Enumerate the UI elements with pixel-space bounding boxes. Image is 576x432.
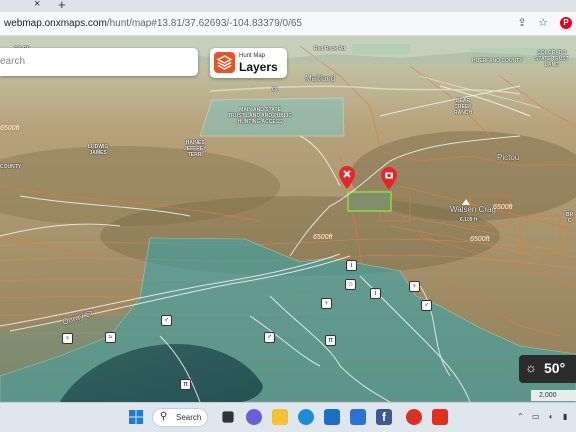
sun-icon: ☼	[525, 360, 537, 375]
task-view-icon[interactable]	[222, 411, 234, 423]
boat-ramp-icon[interactable]: ≈	[105, 332, 116, 343]
label-colorado-trust: COLORADO STATE TRUST LAND	[535, 50, 569, 68]
file-explorer-icon[interactable]	[272, 409, 288, 425]
label-county: COUNTY	[0, 164, 22, 170]
browser-tab-strip: × +	[0, 0, 576, 12]
picnic-area-icon[interactable]: π	[325, 335, 336, 346]
label-walsen-elevation: 6,109 ft	[460, 217, 478, 223]
hunt-map-layers-button[interactable]: Hunt Map Layers	[210, 48, 287, 78]
mail-icon[interactable]	[324, 409, 340, 425]
facebook-icon[interactable]: f	[376, 409, 392, 425]
restroom-icon[interactable]: ♂	[161, 315, 172, 326]
waypoint-marker-x[interactable]	[338, 165, 356, 189]
weather-temperature: 50°	[544, 360, 566, 376]
picnic-area-icon[interactable]: π	[180, 379, 191, 390]
taskbar-search-button[interactable]: ⚲ Search	[152, 408, 208, 427]
camera-marker-icon	[381, 167, 397, 190]
url-text[interactable]: webmap.onxmaps.com/hunt/map#13.81/37.626…	[4, 18, 302, 29]
waypoint-marker-camera[interactable]	[380, 166, 398, 190]
restroom-icon[interactable]: ♀	[62, 333, 73, 344]
weather-widget[interactable]: ☼ 50°	[519, 355, 576, 383]
screen: × + webmap.onxmaps.com/hunt/map#13.81/37…	[0, 0, 576, 432]
map-search-input[interactable]: earch	[0, 48, 198, 76]
pinterest-icon[interactable]: P	[560, 17, 572, 29]
selected-parcel[interactable]	[347, 191, 392, 212]
info-icon[interactable]: i	[346, 260, 357, 271]
label-state-trust: MAIN AND STATE TRUST LAND AND PUBLIC HUN…	[228, 107, 292, 125]
campground-icon[interactable]: ⌂	[345, 279, 356, 290]
restroom-icon[interactable]: ♀	[409, 281, 420, 292]
share-icon[interactable]: ⇪	[516, 17, 528, 29]
search-icon: ⚲	[160, 411, 168, 422]
label-bear-creek: BEAR CREEK RANCH	[454, 98, 473, 116]
info-icon[interactable]: i	[370, 288, 381, 299]
address-bar[interactable]: webmap.onxmaps.com/hunt/map#13.81/37.626…	[0, 12, 576, 36]
close-tab-button[interactable]: ×	[34, 0, 40, 10]
walsen-peak-icon	[462, 199, 470, 205]
chrome-browser-icon[interactable]	[406, 409, 422, 425]
restroom-icon[interactable]: ♀	[321, 298, 332, 309]
windows-taskbar: ⚲ Search f ⌃ ▭ ◖ ▮	[0, 402, 576, 432]
bookmark-star-icon[interactable]: ☆	[537, 17, 549, 29]
restroom-icon[interactable]: ♂	[264, 332, 275, 343]
label-elevation-a: 6500ft	[313, 234, 333, 241]
taskbar-search-label: Search	[176, 413, 202, 422]
label-elevation-d: 6500ft	[0, 125, 20, 132]
label-ludwig: LUDWIG JAMES	[88, 144, 109, 156]
new-tab-button[interactable]: +	[58, 0, 66, 12]
label-haines: HAINES JEFFREY TERRI	[184, 140, 207, 158]
edge-browser-icon[interactable]	[298, 409, 314, 425]
battery-icon[interactable]: ▮	[563, 412, 567, 421]
layers-icon	[214, 52, 235, 73]
tray-chevron-icon[interactable]: ⌃	[517, 412, 524, 421]
network-icon[interactable]: ▭	[532, 412, 540, 421]
teams-chat-icon[interactable]	[246, 409, 262, 425]
map-scale: 2,000	[531, 390, 576, 401]
store-icon[interactable]	[350, 409, 366, 425]
label-maitland: Maitland	[305, 74, 336, 83]
label-pictou: Pictou	[497, 153, 520, 162]
label-huerfano: HUERFANO COUNTY	[472, 58, 523, 64]
label-elevation-c: 6500ft	[470, 236, 490, 243]
windows-start-icon[interactable]	[128, 409, 144, 425]
volume-icon[interactable]: ◖	[548, 412, 553, 421]
label-red-rock-rd: Red Rock Rd	[314, 46, 346, 52]
layers-title: Layers	[239, 60, 278, 74]
map-scale-label: 2,000	[539, 392, 557, 399]
restroom-icon[interactable]: ♂	[421, 300, 432, 311]
label-road-69: 69	[272, 87, 278, 93]
satellite-map[interactable]: CO RD Red Rock Rd MAIN AND STATE TRUST L…	[0, 36, 576, 402]
x-marker-icon	[339, 166, 355, 189]
label-elevation-b: 6500ft	[493, 204, 513, 211]
label-walsen-crag: Walsen Crag	[450, 205, 496, 214]
map-search-placeholder: earch	[0, 56, 26, 67]
layers-subtitle: Hunt Map	[239, 53, 266, 59]
label-br: BR C	[566, 212, 574, 224]
acrobat-icon[interactable]	[432, 409, 448, 425]
map-canvas	[0, 36, 576, 402]
url-host: webmap.onxmaps.com	[4, 18, 107, 29]
url-path: /hunt/map#13.81/37.62693/-104.83379/0/65	[106, 18, 302, 29]
